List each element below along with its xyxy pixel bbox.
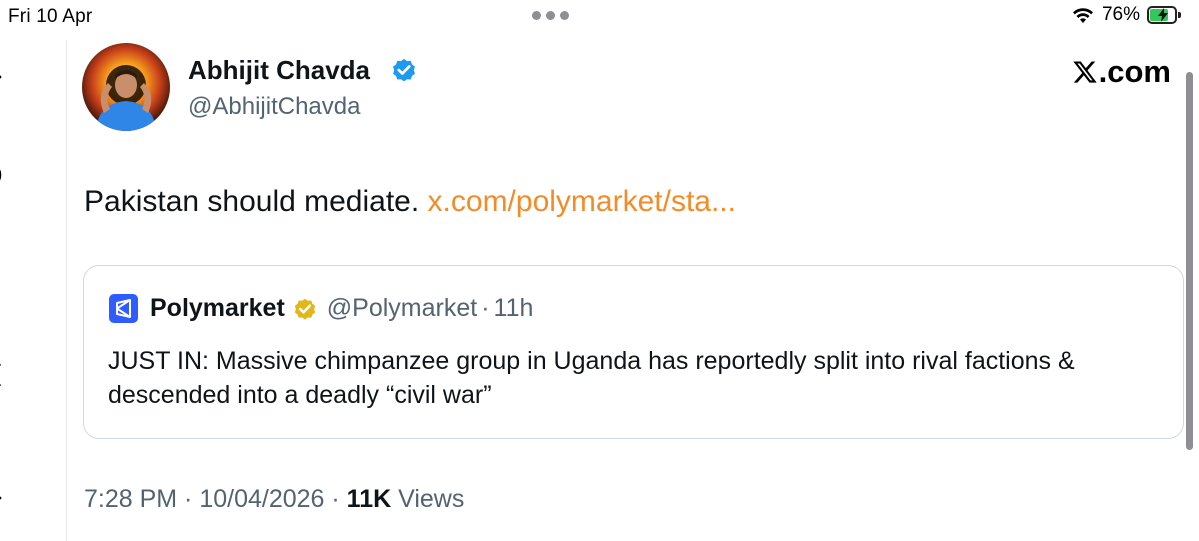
tweet-screenshot: Fri 10 Apr 76% Abhijit Chavda @AbhijitCh… — [0, 0, 1199, 541]
views-count: 11K — [346, 485, 392, 513]
search-nav-icon[interactable] — [0, 278, 10, 308]
author-name[interactable]: Abhijit Chavda — [188, 55, 370, 86]
quoted-time: 11h — [493, 294, 534, 322]
tweet-link[interactable]: x.com/polymarket/sta... — [428, 185, 736, 218]
x-logo-icon — [1072, 61, 1097, 83]
quoted-tweet-text: JUST IN: Massive chimpanzee group in Uga… — [108, 347, 1075, 409]
multitask-dots-icon[interactable] — [532, 11, 569, 20]
quoted-author-name[interactable]: Polymarket — [150, 294, 285, 323]
scrollbar[interactable] — [1186, 72, 1193, 450]
tweet-text: Pakistan should mediate. x.com/polymarke… — [84, 185, 736, 219]
author-handle[interactable]: @AbhijitChavda — [188, 93, 360, 121]
sidebar-divider — [66, 40, 67, 541]
avatar[interactable] — [82, 43, 170, 131]
verified-org-badge-icon — [294, 298, 315, 320]
battery-percent: 76% — [1101, 4, 1140, 25]
wifi-icon — [1072, 8, 1093, 23]
notifications-nav-icon[interactable] — [0, 360, 10, 390]
polymarket-logo-icon[interactable] — [109, 294, 138, 323]
views-label: Views — [391, 485, 465, 513]
brand-label: .com — [1098, 54, 1171, 89]
quoted-separator: · — [481, 294, 490, 322]
quoted-tweet-card[interactable]: Polymarket @Polymarket · 11h JUST IN: Ma… — [83, 265, 1184, 439]
x-nav-icon[interactable] — [0, 62, 10, 92]
sidebar-fragment — [0, 0, 68, 541]
quoted-tweet-header: Polymarket @Polymarket · 11h — [109, 294, 533, 323]
home-nav-icon[interactable] — [0, 160, 10, 190]
tweet-meta: 7:28 PM · 10/04/2026 · 11K Views — [84, 485, 464, 514]
verified-badge-icon — [393, 58, 415, 82]
tweet-timestamp[interactable]: 7:28 PM · 10/04/2026 · — [84, 485, 347, 513]
x-com-brand: .com — [1072, 54, 1171, 90]
battery-charging-icon — [1147, 6, 1181, 24]
status-indicators: 76% — [1071, 4, 1181, 26]
quoted-author-handle[interactable]: @Polymarket — [327, 294, 477, 323]
tweet-body: Pakistan should mediate. — [84, 185, 420, 218]
messages-nav-icon[interactable] — [0, 482, 10, 512]
